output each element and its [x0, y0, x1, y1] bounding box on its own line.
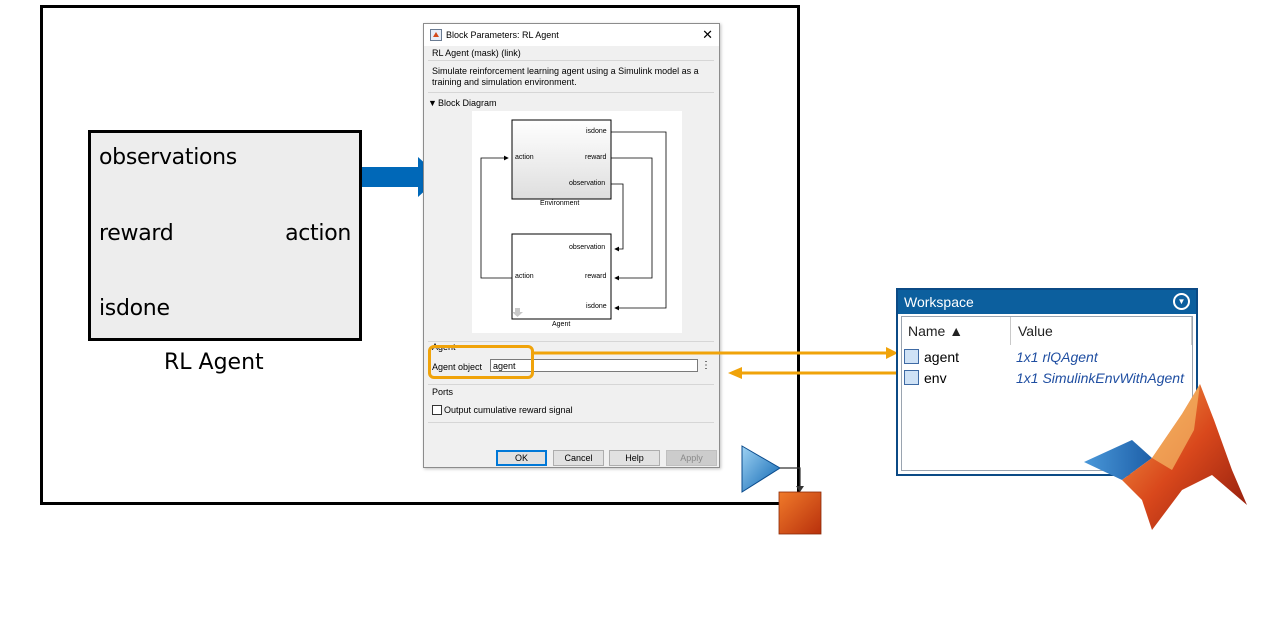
divider	[428, 384, 714, 385]
agent-port-isdone: isdone	[586, 303, 607, 310]
chevron-down-icon[interactable]: ▼	[1173, 293, 1190, 310]
variable-icon	[904, 349, 919, 364]
env-port-reward: reward	[585, 154, 607, 161]
variable-name: env	[924, 370, 947, 386]
close-icon[interactable]: ✕	[702, 27, 713, 43]
divider	[428, 92, 714, 93]
dialog-titlebar: Block Parameters: RL Agent ✕	[424, 24, 719, 46]
help-button[interactable]: Help	[609, 450, 660, 466]
rl-agent-block[interactable]: observations reward action isdone	[88, 130, 362, 341]
table-row[interactable]: agent 1x1 rlQAgent	[902, 348, 1192, 368]
column-header-value[interactable]: Value	[1018, 323, 1053, 339]
divider	[428, 60, 714, 61]
ok-button[interactable]: OK	[496, 450, 547, 466]
cancel-button[interactable]: Cancel	[553, 450, 604, 466]
block-parameters-dialog: Block Parameters: RL Agent ✕ RL Agent (m…	[423, 23, 720, 468]
dialog-subtitle: RL Agent (mask) (link)	[432, 48, 521, 58]
agent-port-reward: reward	[585, 273, 607, 280]
port-reward: reward	[99, 221, 174, 246]
divider	[428, 341, 714, 342]
column-divider	[1010, 317, 1011, 345]
env-port-observation: observation	[569, 180, 606, 187]
simulink-app-icon	[430, 29, 442, 41]
dialog-title: Block Parameters: RL Agent	[446, 30, 559, 40]
column-divider	[1191, 317, 1192, 345]
variable-icon	[904, 370, 919, 385]
column-header-name[interactable]: Name ▲	[908, 323, 963, 339]
env-port-action: action	[515, 154, 534, 161]
block-caption: RL Agent	[164, 350, 264, 375]
workspace-header: Workspace ▼	[898, 290, 1196, 314]
cumulative-reward-checkbox[interactable]	[432, 405, 442, 415]
env-port-isdone: isdone	[586, 128, 607, 135]
agent-port-action: action	[515, 273, 534, 280]
port-action: action	[285, 221, 351, 246]
checkbox-label: Output cumulative reward signal	[444, 405, 573, 415]
variable-value: 1x1 rlQAgent	[1016, 349, 1098, 365]
matlab-logo	[1084, 384, 1247, 530]
description-line-2: training and simulation environment.	[432, 77, 577, 87]
env-label: Environment	[540, 200, 580, 207]
variable-name: agent	[924, 349, 960, 365]
divider	[428, 422, 714, 423]
apply-button[interactable]: Apply	[666, 450, 717, 466]
agent-object-highlight	[428, 345, 534, 379]
section-ports: Ports	[432, 387, 454, 397]
port-observations: observations	[99, 145, 237, 170]
gain-block-icon	[741, 445, 822, 535]
workspace-title: Workspace	[904, 294, 974, 310]
agent-port-observation: observation	[569, 244, 606, 251]
description-line-1: Simulate reinforcement learning agent us…	[432, 66, 699, 76]
agent-label: Agent	[552, 321, 571, 328]
workspace-link-arrows-icon	[534, 347, 898, 379]
diagram-svg	[480, 119, 667, 320]
block-diagram: isdone reward observation action Environ…	[472, 111, 682, 333]
port-isdone: isdone	[99, 296, 170, 321]
collapse-triangle-icon[interactable]: ▼	[428, 98, 437, 108]
section-block-diagram[interactable]: Block Diagram	[438, 98, 497, 108]
